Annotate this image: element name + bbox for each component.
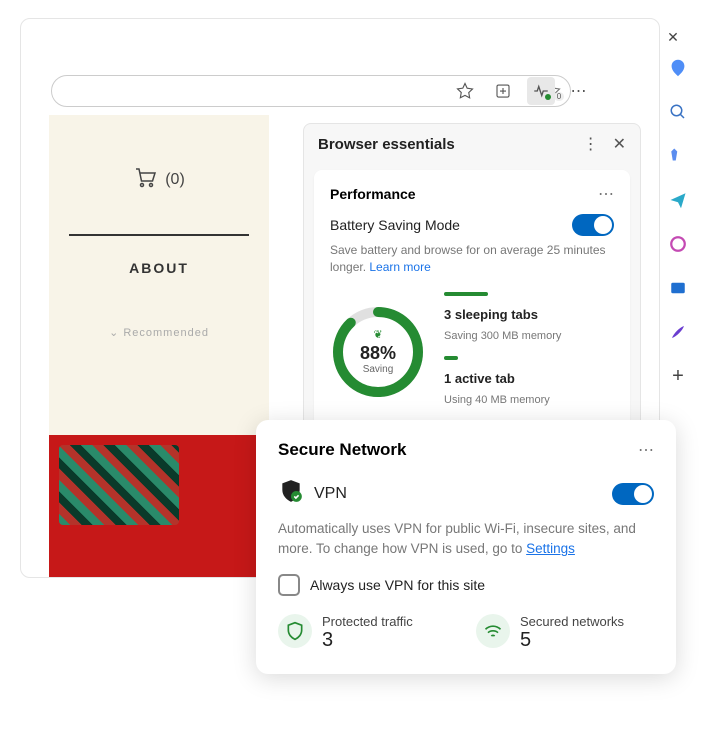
performance-title: Performance (330, 186, 416, 202)
more-menu-icon[interactable]: ⋯ (565, 77, 593, 105)
side-rail: + (666, 56, 690, 388)
vpn-settings-link[interactable]: Settings (526, 541, 575, 556)
gauge-percent: 88% (360, 343, 396, 364)
secure-network-card: Secure Network ⋯ VPN Automatically uses … (256, 420, 676, 674)
panel-close-icon[interactable]: ✕ (613, 134, 626, 154)
search-rail-icon[interactable] (666, 100, 690, 124)
performance-description: Save battery and browse for on average 2… (330, 242, 614, 276)
browser-essentials-icon[interactable] (527, 77, 555, 105)
secure-description: Automatically uses VPN for public Wi-Fi,… (278, 519, 654, 560)
protected-traffic-icon (278, 614, 312, 648)
divider (69, 234, 249, 236)
sleeping-tabs-title: 3 sleeping tabs (444, 307, 561, 322)
protected-label: Protected traffic (322, 614, 413, 629)
secured-value: 5 (520, 629, 624, 652)
page-content: (0) ABOUT Recommended (49, 115, 269, 578)
about-link[interactable]: ABOUT (49, 260, 269, 276)
close-window-button[interactable]: ✕ (666, 30, 680, 44)
always-vpn-label: Always use VPN for this site (310, 577, 485, 593)
battery-mode-toggle[interactable] (572, 214, 614, 236)
vpn-shield-icon (278, 478, 304, 509)
battery-mode-label: Battery Saving Mode (330, 217, 460, 233)
active-bar (444, 356, 458, 360)
secure-title: Secure Network (278, 440, 407, 460)
sleeping-bar (444, 292, 488, 296)
office-rail-icon[interactable] (666, 232, 690, 256)
brush-rail-icon[interactable] (666, 320, 690, 344)
panel-title: Browser essentials (318, 136, 455, 153)
vpn-toggle[interactable] (612, 483, 654, 505)
send-rail-icon[interactable] (666, 188, 690, 212)
collections-icon[interactable] (489, 77, 517, 105)
performance-card: Performance ⋯ Battery Saving Mode Save b… (314, 170, 630, 430)
cart-icon[interactable] (133, 165, 157, 194)
saving-gauge: ❦ 88% Saving (330, 304, 426, 400)
cart-count: (0) (165, 171, 185, 189)
performance-more-icon[interactable]: ⋯ (598, 184, 614, 204)
sleeping-tabs-sub: Saving 300 MB memory (444, 330, 561, 342)
browser-essentials-panel: Browser essentials ⋮ ✕ Performance ⋯ Bat… (303, 123, 641, 443)
gauge-sublabel: Saving (363, 364, 394, 375)
add-rail-icon[interactable]: + (666, 364, 690, 388)
secure-more-icon[interactable]: ⋯ (638, 440, 654, 460)
secured-networks-icon (476, 614, 510, 648)
outlook-rail-icon[interactable] (666, 276, 690, 300)
copilot-icon[interactable] (666, 56, 690, 80)
panel-more-icon[interactable]: ⋮ (583, 134, 599, 154)
active-tab-sub: Using 40 MB memory (444, 394, 561, 406)
shopping-rail-icon[interactable] (666, 144, 690, 168)
always-vpn-checkbox[interactable] (278, 574, 300, 596)
protected-value: 3 (322, 629, 413, 652)
product-image (49, 435, 269, 578)
recommended-label: Recommended (49, 326, 269, 339)
vpn-label: VPN (314, 485, 347, 503)
favorites-icon[interactable] (451, 77, 479, 105)
secured-label: Secured networks (520, 614, 624, 629)
active-tab-title: 1 active tab (444, 371, 561, 386)
learn-more-link[interactable]: Learn more (369, 260, 430, 274)
leaf-icon: ❦ (373, 328, 382, 341)
